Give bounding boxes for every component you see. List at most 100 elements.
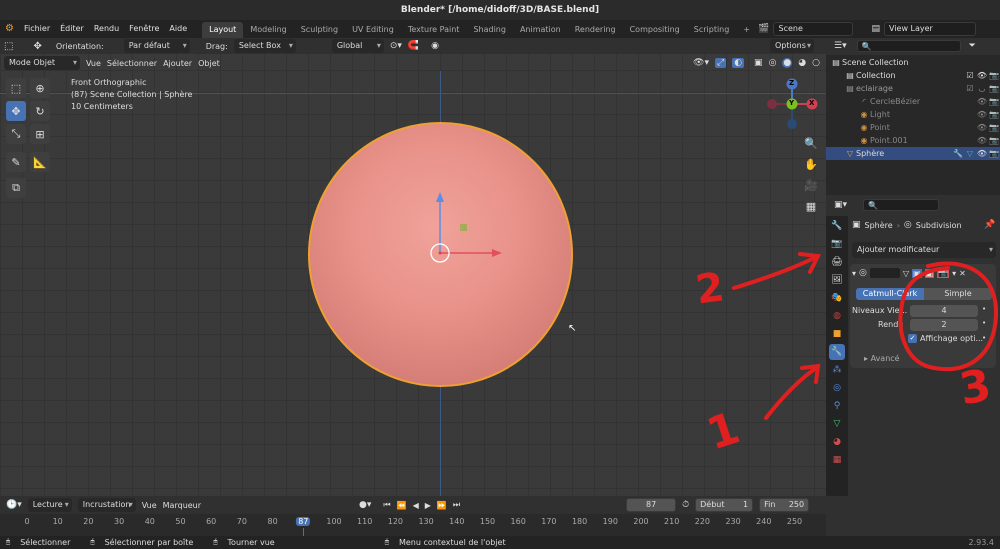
shading-rendered-icon[interactable]: ○ [812, 58, 820, 68]
menu-vue[interactable]: Vue [86, 59, 101, 68]
modifier-tab-icon[interactable]: 🔧 [829, 344, 845, 360]
select-tool-icon[interactable]: ⬚ [4, 41, 13, 52]
add-cube-tool-icon[interactable]: ⧉ [6, 178, 26, 198]
marker-menu[interactable]: Marqueur [163, 501, 201, 510]
camera-icon[interactable]: 📷 [988, 82, 1000, 95]
blender-logo-icon[interactable]: ⚙ [0, 20, 19, 38]
object-tab-icon[interactable]: ■ [829, 326, 845, 342]
prev-keyframe-icon[interactable]: ⏪ [397, 501, 407, 510]
outliner-row-point-001[interactable]: ◉ Point.001 👁 📷 [826, 134, 1000, 147]
tab-rendering[interactable]: Rendering [568, 22, 623, 38]
transform-tool-icon[interactable]: ⊞ [30, 124, 50, 144]
filter-icon[interactable]: ⏷ [969, 41, 976, 51]
transform-pivot-icon[interactable]: ✥ [33, 41, 41, 52]
scale-tool-icon[interactable]: ⤡ [6, 124, 26, 144]
keying-menu[interactable]: Incrustation [77, 498, 136, 512]
annotate-tool-icon[interactable]: ✎ [6, 152, 26, 172]
record-icon[interactable]: ●▾ [359, 500, 371, 510]
select-box-tool-icon[interactable]: ⬚ [6, 78, 26, 98]
start-frame-field[interactable]: Début 1 [695, 498, 754, 512]
outliner-row-point[interactable]: ◉ Point 👁 📷 [826, 121, 1000, 134]
outliner-row-eclairage[interactable]: ▤ eclairage ☑ ◡ 📷 [826, 82, 1000, 95]
options-dropdown[interactable]: Options [770, 39, 814, 53]
play-reverse-icon[interactable]: ◀ [413, 501, 419, 510]
texture-tab-icon[interactable]: ▦ [829, 452, 845, 468]
transform-orientation-dropdown[interactable]: Global [331, 39, 384, 53]
mode-dropdown[interactable]: Mode Objet [4, 56, 80, 70]
end-frame-field[interactable]: Fin 250 [759, 498, 810, 512]
output-tab-icon[interactable]: 🖨 [829, 254, 845, 270]
jump-end-icon[interactable]: ⏭ [453, 500, 460, 510]
camera-icon[interactable]: 📷 [988, 69, 1000, 82]
material-tab-icon[interactable]: ◕ [829, 434, 845, 450]
cursor-tool-icon[interactable]: ⊕ [30, 78, 50, 98]
scene-icon[interactable]: 🎬 [758, 24, 769, 34]
properties-editor-icon[interactable]: ▣▾ [834, 200, 847, 210]
menu-selectionner[interactable]: Sélectionner [107, 59, 157, 68]
orientation-dropdown[interactable]: Par défaut [123, 39, 190, 53]
play-icon[interactable]: ▶ [425, 501, 431, 510]
move-tool-icon[interactable]: ✥ [6, 101, 26, 121]
eye-icon[interactable]: 👁 [976, 108, 988, 121]
gizmo-toggle-icon[interactable]: ⤢ [714, 58, 727, 68]
menu-ajouter[interactable]: Ajouter [163, 59, 192, 68]
view-object-types-icon[interactable]: 👁▾ [693, 58, 709, 68]
camera-icon[interactable]: 📷 [988, 108, 1000, 121]
view-layer-tab-icon[interactable]: 🖼 [829, 272, 845, 288]
current-frame-field[interactable]: 87 [626, 498, 677, 512]
tab-sculpting[interactable]: Sculpting [294, 22, 345, 38]
eye-icon[interactable]: 👁 [976, 147, 988, 160]
view-layer-icon[interactable]: ▤ [871, 24, 880, 34]
checkbox-icon[interactable]: ☑ [964, 69, 976, 82]
eye-icon[interactable]: 👁 [976, 121, 988, 134]
outliner-row-light[interactable]: ◉ Light 👁 📷 [826, 108, 1000, 121]
menu-aide[interactable]: Aide [164, 20, 192, 38]
move-gizmo[interactable] [420, 188, 510, 268]
measure-tool-icon[interactable]: 📐 [30, 152, 50, 172]
frame-ruler[interactable]: 0 10 20 30 40 50 60 70 80 87 100 110 120 130 140 150 160… [0, 514, 826, 536]
properties-search-input[interactable]: 🔍 [863, 199, 940, 211]
checkbox-icon[interactable]: ☑ [964, 82, 976, 95]
scene-field[interactable]: Scene [773, 22, 854, 36]
data-tab-icon[interactable]: ▽ [829, 416, 845, 432]
tab-scripting[interactable]: Scripting [687, 22, 737, 38]
tab-compositing[interactable]: Compositing [623, 22, 687, 38]
pan-hand-icon[interactable]: ✋ [802, 155, 820, 173]
overlays-toggle-icon[interactable]: ◐ [732, 58, 745, 68]
world-tab-icon[interactable]: ◍ [829, 308, 845, 324]
add-workspace-icon[interactable]: + [736, 22, 757, 38]
collapse-arrow-icon[interactable]: ▾ [852, 269, 856, 278]
camera-icon[interactable]: 📷 [988, 121, 1000, 134]
outliner-row-scene-collection[interactable]: ▤ Scene Collection [826, 56, 1000, 69]
menu-rendu[interactable]: Rendu [89, 20, 124, 38]
next-keyframe-icon[interactable]: ⏩ [437, 501, 447, 510]
camera-icon[interactable]: 📷 [988, 95, 1000, 108]
playhead-line[interactable] [303, 528, 305, 536]
tool-tab-icon[interactable]: 🔧 [829, 218, 845, 234]
outliner-row-collection[interactable]: ▤ Collection ☑ 👁 📷 [826, 69, 1000, 82]
physics-tab-icon[interactable]: ◎ [829, 380, 845, 396]
drag-dropdown[interactable]: Select Box [233, 39, 296, 53]
pivot-point-icon[interactable]: ⊙▾ [390, 41, 402, 51]
snap-icon[interactable]: 🧲 [408, 41, 419, 51]
tab-shading[interactable]: Shading [466, 22, 513, 38]
jump-start-icon[interactable]: ⏮ [383, 500, 390, 510]
shading-material-icon[interactable]: ◕ [798, 58, 806, 68]
pin-icon[interactable]: 📌 [984, 220, 995, 230]
ortho-grid-icon[interactable]: ▦ [802, 197, 820, 215]
particles-tab-icon[interactable]: ⁂ [829, 362, 845, 378]
tab-texture-paint[interactable]: Texture Paint [401, 22, 467, 38]
constraints-tab-icon[interactable]: ⚲ [829, 398, 845, 414]
tab-uv-editing[interactable]: UV Editing [345, 22, 401, 38]
eye-hidden-icon[interactable]: ◡ [976, 82, 988, 95]
zoom-icon[interactable]: 🔍 [802, 134, 820, 152]
timeline-view-menu[interactable]: Vue [142, 501, 157, 510]
xray-icon[interactable]: ▣ [754, 58, 763, 68]
rotate-tool-icon[interactable]: ↻ [30, 101, 50, 121]
menu-fichier[interactable]: Fichier [19, 20, 55, 38]
outliner-row-cerclebezier[interactable]: ◜ CercleBézier 👁 📷 [826, 95, 1000, 108]
outliner-row-sphere[interactable]: ▽ Sphère 🔧 ▽ 👁 📷 [826, 147, 1000, 160]
proportional-edit-icon[interactable]: ◉ [431, 41, 439, 51]
menu-objet[interactable]: Objet [198, 59, 220, 68]
editor-type-icon[interactable]: ☰▾ [834, 41, 847, 51]
